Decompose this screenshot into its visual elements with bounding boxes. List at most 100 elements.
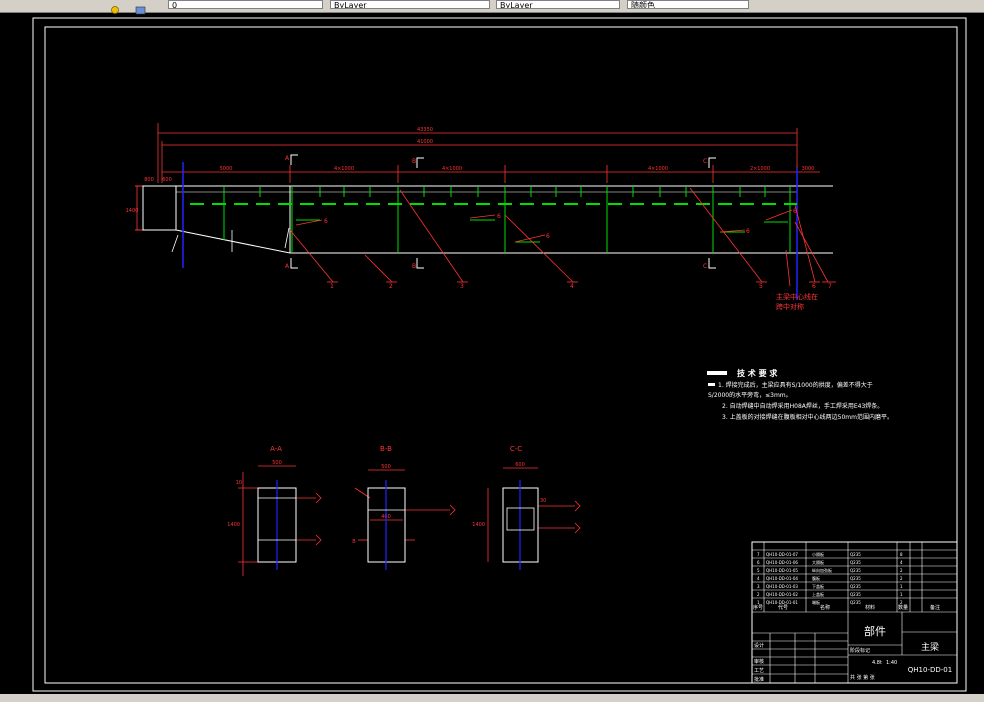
bom-header-note: 备注: [930, 604, 940, 611]
weld-label-4: 6: [746, 228, 750, 235]
dim-seg1: 5000: [220, 166, 233, 172]
tb-part: 部件: [864, 624, 886, 638]
bom-row4-mat: Q235: [850, 576, 861, 581]
plotstyle-select[interactable]: 随颜色: [627, 0, 749, 9]
note-centerline-1: 主梁中心线在: [776, 292, 818, 301]
tb-row-design: 设计: [754, 642, 764, 649]
bom-row2-mat: Q235: [850, 592, 861, 597]
section-mark-c-bottom: C: [703, 263, 707, 270]
callout-6: 6: [812, 283, 816, 290]
callout-7: 7: [828, 283, 832, 290]
section-c-c: C-C 600 1400 30: [472, 445, 581, 570]
dim-left-a: 800: [144, 177, 154, 183]
note-centerline-2: 跨中对称: [776, 302, 804, 311]
layer-manager-icon[interactable]: [135, 0, 146, 15]
section-mark-b-top: B: [412, 158, 416, 165]
tb-name: 主梁: [921, 641, 939, 653]
callout-2: 2: [389, 283, 393, 290]
section-mark-c-top: C: [703, 158, 707, 165]
callout-1: 1: [330, 283, 334, 290]
bom-row7-mat: Q235: [850, 552, 861, 557]
bom-row6-mat: Q235: [850, 560, 861, 565]
dim-seg-end: 3000: [802, 166, 815, 172]
bom-row2-qty: 1: [900, 592, 903, 597]
bom-header-name: 名称: [820, 604, 830, 611]
bom-row5-no: 5: [757, 568, 760, 573]
section-mark-a-bottom: A: [285, 263, 290, 270]
section-bb-side: B: [352, 539, 356, 545]
lineweight-select[interactable]: ByLayer: [496, 0, 620, 9]
bom-row4-qty: 2: [900, 576, 903, 581]
bom-row7-code: QH10-DD-01-07: [766, 552, 798, 557]
weld-label-1: 6: [324, 218, 328, 225]
bom-row7-name: 小隔板: [812, 551, 824, 557]
bom-row6-code: QH10-DD-01-06: [766, 560, 798, 565]
section-cc-height: 1400: [472, 522, 485, 528]
dim-seg2: 4×1000: [334, 166, 354, 172]
bom-row7-no: 7: [757, 552, 760, 557]
dim-overall-inner: 41000: [417, 139, 433, 145]
layer-state-icon[interactable]: [110, 0, 121, 14]
bom-row6-name: 大隔板: [812, 559, 824, 565]
section-cc-width: 600: [515, 462, 525, 468]
weld-label-3: 6: [546, 233, 550, 240]
bom-header-qty: 数量: [898, 604, 908, 611]
bom-row5-qty: 2: [900, 568, 903, 573]
status-strip: [0, 694, 984, 702]
callout-4: 4: [570, 283, 574, 290]
bom-row2-no: 2: [757, 592, 760, 597]
bom-row3-name: 下盖板: [812, 583, 824, 589]
tb-row-process: 工艺: [754, 668, 764, 674]
section-cc-title: C-C: [510, 445, 522, 453]
dim-seg4: 4×1000: [648, 166, 668, 172]
tb-weight: 4.8t: [872, 660, 882, 666]
bom-row3-mat: Q235: [850, 584, 861, 589]
bom-row6-no: 6: [757, 560, 760, 565]
section-cc-thk: 30: [540, 498, 546, 504]
tb-row-check: 审核: [754, 658, 764, 665]
bom-row4-name: 腹板: [812, 575, 820, 581]
tb-scale: 1:40: [886, 660, 897, 666]
weld-label-2: 6: [497, 213, 501, 220]
bom-row5-code: QH10-DD-01-05: [766, 568, 798, 573]
bom-row2-code: QH10-DD-01-02: [766, 592, 798, 597]
section-aa-width: 500: [272, 460, 282, 466]
bom-row3-qty: 1: [900, 584, 903, 589]
dim-left-b: 600: [162, 177, 172, 183]
section-bb-width: 500: [381, 464, 391, 470]
dim-seg3: 4×1000: [442, 166, 462, 172]
callout-5: 5: [759, 283, 763, 290]
cad-drawing-canvas[interactable]: 43350 41000 5000 4×1000 4×1000 4×1000 2×…: [0, 12, 984, 694]
tech-req-line1: 1. 焊接完成后，主梁应具有S/1000的拱度，偏差不得大于: [718, 381, 873, 389]
layer-select[interactable]: 0: [168, 0, 323, 9]
callout-3: 3: [460, 283, 464, 290]
section-aa-title: A-A: [270, 445, 282, 453]
tech-req-line4: 3. 上盖板的对接焊缝在腹板相对中心线两边50mm范围内磨平。: [722, 413, 893, 421]
bom-row1-name: 端板: [812, 599, 820, 605]
tech-req-line3: 2. 自动焊缝中自动焊采用H08A焊丝，手工焊采用E43焊条。: [722, 402, 883, 410]
bom-row6-qty: 4: [900, 560, 903, 565]
bom-row3-code: QH10-DD-01-03: [766, 584, 798, 589]
tech-req-line2: S/2000的水平旁弯，≤3mm。: [708, 391, 792, 399]
bom-row4-code: QH10-DD-01-04: [766, 576, 798, 581]
linetype-select[interactable]: ByLayer: [330, 0, 490, 9]
technical-requirements: 技 术 要 求 1. 焊接完成后，主梁应具有S/1000的拱度，偏差不得大于 S…: [707, 368, 893, 421]
section-mark-b-bottom: B: [412, 263, 416, 270]
bom-row1-mat: Q235: [850, 600, 861, 605]
dim-overall: 43350: [417, 127, 433, 133]
bom-row5-name: 纵向加劲板: [812, 567, 832, 573]
tb-row-approve: 批准: [754, 676, 764, 683]
girder-elevation: 43350 41000 5000 4×1000 4×1000 4×1000 2×…: [126, 123, 836, 311]
tb-row-stage: 阶段标记: [850, 647, 870, 654]
section-a-a: A-A 500 1400 10: [227, 445, 322, 576]
title-block: 7 QH10-DD-01-07 小隔板 8 Q235 6 QH10-DD-01-…: [751, 541, 958, 684]
bom-row7-qty: 8: [900, 552, 903, 557]
section-aa-height: 1400: [227, 522, 240, 528]
section-bb-title: B-B: [380, 445, 392, 453]
bom-header-mat: 材料: [865, 604, 875, 611]
bom-header-no: 序号: [753, 604, 763, 611]
dim-height: 1400: [126, 208, 139, 214]
bom-row2-name: 上盖板: [812, 591, 824, 597]
tech-req-title: 技 术 要 求: [737, 368, 778, 378]
section-b-b: B-B 500 460 B: [352, 445, 456, 570]
